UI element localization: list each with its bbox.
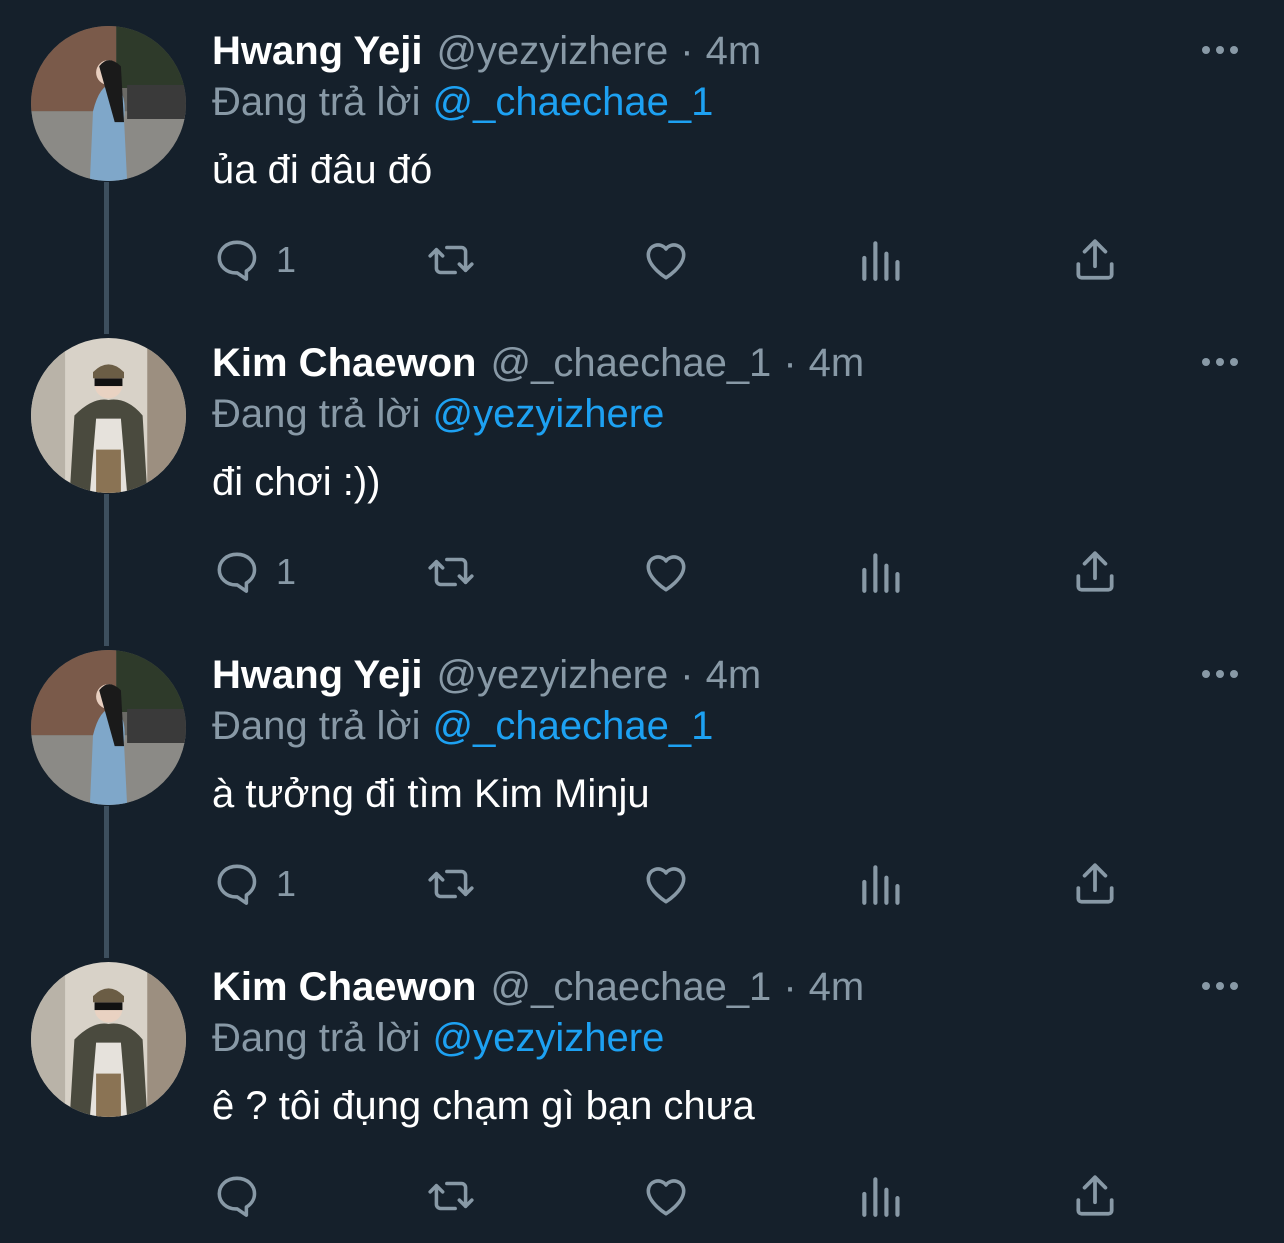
heart-icon [646,867,686,904]
separator-dot: · [783,964,797,1009]
avatar-chaewon[interactable] [31,338,186,493]
username-handle[interactable]: @_chaechae_1 [490,965,771,1010]
tweet-header: Hwang Yeji @yezyizhere · 4m [212,652,761,698]
reply-mention-link[interactable]: @_chaechae_1 [433,704,714,748]
replying-to: Đang trả lời @yezyizhere [212,392,664,438]
more-dots-icon[interactable] [1200,974,1240,998]
views-button[interactable] [856,854,906,914]
tweet[interactable]: Hwang Yeji @yezyizhere · 4m Đang trả lời… [0,0,1284,312]
share-button[interactable] [1070,854,1120,914]
tweet-text: ê ? tôi đụng chạm gì bạn chưa [212,1084,755,1128]
tweet[interactable]: Kim Chaewon @_chaechae_1 · 4m Đang trả l… [0,936,1284,1243]
retweet-button[interactable] [426,542,476,602]
heart-icon [646,243,686,280]
retweet-icon [428,869,474,899]
more-dots-icon[interactable] [1200,350,1240,374]
more-dots-icon[interactable] [1200,662,1240,686]
reply-button[interactable]: 1 [212,230,296,290]
tweet[interactable]: Hwang Yeji @yezyizhere · 4m Đang trả lời… [0,624,1284,936]
tweet-text: đi chơi :)) [212,460,381,504]
share-icon [1076,239,1114,280]
heart-icon [646,555,686,592]
like-button[interactable] [641,542,691,602]
heart-icon [646,1179,686,1216]
reply-button[interactable] [212,1166,276,1226]
speech-bubble-icon [217,1176,257,1217]
tweet-actions [0,1144,1284,1243]
views-button[interactable] [856,1166,906,1226]
retweet-icon [428,1181,474,1211]
bar-chart-icon [862,865,900,905]
tweet-text: à tưởng đi tìm Kim Minju [212,772,650,816]
like-button[interactable] [641,230,691,290]
replying-to-label: Đang trả lời [212,704,421,748]
tweet-header: Kim Chaewon @_chaechae_1 · 4m [212,964,864,1010]
share-icon [1076,863,1114,904]
retweet-icon [428,557,474,587]
bar-chart-icon [862,1177,900,1217]
tweet-header: Kim Chaewon @_chaechae_1 · 4m [212,340,864,386]
speech-bubble-icon [217,552,257,593]
reply-button[interactable]: 1 [212,542,296,602]
bar-chart-icon [862,241,900,281]
avatar-yeji[interactable] [31,650,186,805]
timestamp[interactable]: 4m [809,965,865,1010]
username-handle[interactable]: @yezyizhere [436,653,668,698]
separator-dot: · [680,28,694,73]
retweet-button[interactable] [426,230,476,290]
reply-button[interactable]: 1 [212,854,296,914]
reply-count: 1 [276,551,297,592]
reply-count: 1 [276,239,297,280]
speech-bubble-icon [217,864,257,905]
tweet-actions: 1 [0,832,1284,932]
replying-to: Đang trả lời @_chaechae_1 [212,704,713,750]
display-name[interactable]: Kim Chaewon [212,965,476,1010]
bar-chart-icon [862,553,900,593]
share-icon [1076,551,1114,592]
views-button[interactable] [856,230,906,290]
like-button[interactable] [641,1166,691,1226]
username-handle[interactable]: @_chaechae_1 [490,341,771,386]
avatar-chaewon[interactable] [31,962,186,1117]
share-button[interactable] [1070,1166,1120,1226]
reply-count: 1 [276,863,297,904]
tweet[interactable]: Kim Chaewon @_chaechae_1 · 4m Đang trả l… [0,312,1284,624]
tweet-actions: 1 [0,520,1284,620]
display-name[interactable]: Hwang Yeji [212,653,422,698]
reply-mention-link[interactable]: @yezyizhere [433,392,665,436]
tweet-actions: 1 [0,208,1284,308]
timestamp[interactable]: 4m [809,341,865,386]
share-icon [1076,1175,1114,1216]
username-handle[interactable]: @yezyizhere [436,29,668,74]
speech-bubble-icon [217,240,257,281]
display-name[interactable]: Kim Chaewon [212,341,476,386]
share-button[interactable] [1070,230,1120,290]
timestamp[interactable]: 4m [706,653,762,698]
display-name[interactable]: Hwang Yeji [212,29,422,74]
separator-dot: · [783,340,797,385]
replying-to: Đang trả lời @yezyizhere [212,1016,664,1062]
retweet-button[interactable] [426,1166,476,1226]
like-button[interactable] [641,854,691,914]
reply-mention-link[interactable]: @yezyizhere [433,1016,665,1060]
more-dots-icon[interactable] [1200,38,1240,62]
retweet-button[interactable] [426,854,476,914]
avatar-yeji[interactable] [31,26,186,181]
replying-to: Đang trả lời @_chaechae_1 [212,80,713,126]
timestamp[interactable]: 4m [706,29,762,74]
retweet-icon [428,245,474,275]
share-button[interactable] [1070,542,1120,602]
replying-to-label: Đang trả lời [212,1016,421,1060]
views-button[interactable] [856,542,906,602]
replying-to-label: Đang trả lời [212,80,421,124]
tweet-text: ủa đi đâu đó [212,148,433,192]
separator-dot: · [680,652,694,697]
replying-to-label: Đang trả lời [212,392,421,436]
reply-mention-link[interactable]: @_chaechae_1 [433,80,714,124]
tweet-header: Hwang Yeji @yezyizhere · 4m [212,28,761,74]
